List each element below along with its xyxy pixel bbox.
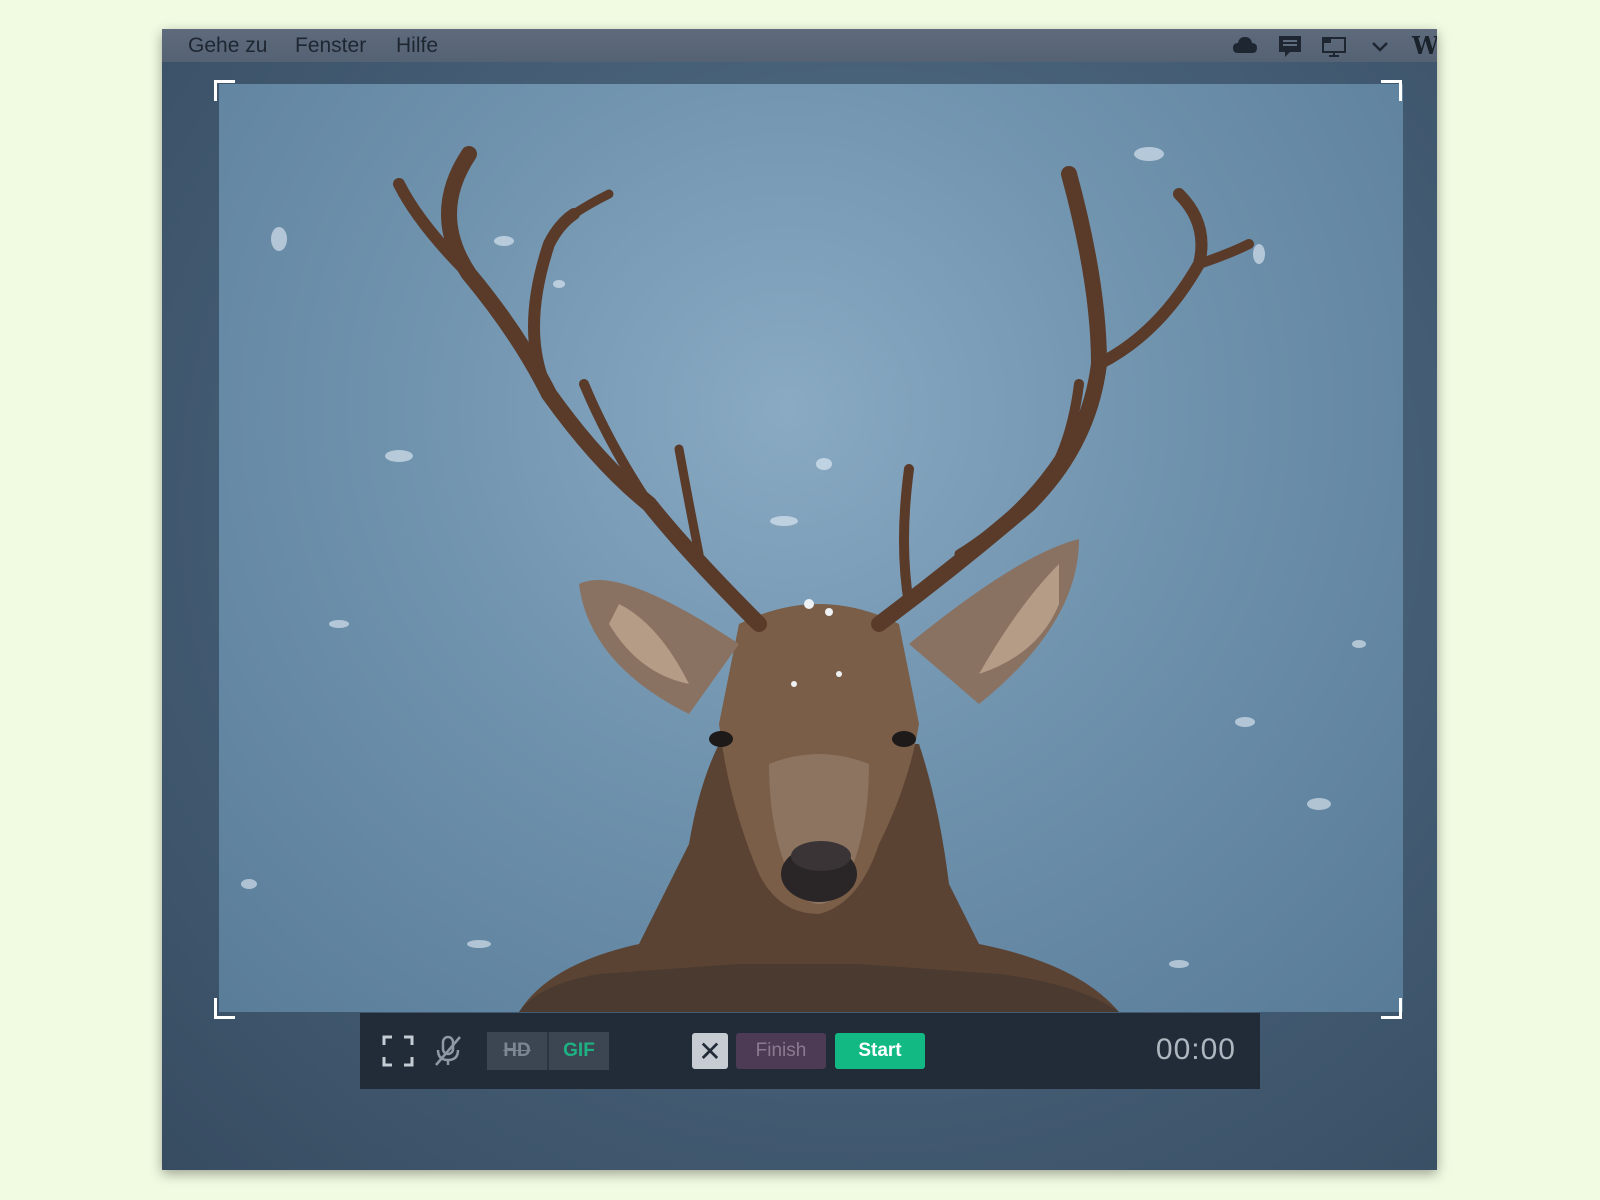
start-button[interactable]: Start: [835, 1033, 925, 1069]
recorder-window: Gehe zu Fenster Hilfe W HD GIF ✕ Finish …: [162, 29, 1437, 1170]
chevron-down-icon[interactable]: [1366, 33, 1394, 59]
recording-toolbar: HD GIF ✕ Finish Start 00:00: [360, 1013, 1260, 1089]
fullscreen-icon[interactable]: [378, 1031, 418, 1071]
display-icon[interactable]: [1320, 33, 1348, 59]
menu-gehe-zu[interactable]: Gehe zu: [188, 33, 267, 59]
hd-label: HD: [503, 1040, 531, 1061]
hd-toggle[interactable]: HD: [487, 1032, 549, 1070]
microphone-muted-icon[interactable]: [428, 1031, 468, 1071]
menu-fenster[interactable]: Fenster: [295, 33, 366, 59]
menu-bar: Gehe zu Fenster Hilfe W: [162, 29, 1437, 63]
deer-photo: [241, 146, 1366, 1012]
cancel-button[interactable]: ✕: [692, 1033, 728, 1069]
menu-hilfe[interactable]: Hilfe: [396, 33, 438, 59]
capture-area[interactable]: [219, 84, 1403, 1012]
frame-corner-top-left[interactable]: [214, 80, 235, 101]
cloud-icon[interactable]: [1231, 33, 1259, 59]
frame-corner-top-right[interactable]: [1381, 80, 1402, 101]
recording-timer: 00:00: [1155, 1033, 1236, 1066]
finish-button[interactable]: Finish: [736, 1033, 826, 1069]
frame-corner-bottom-left[interactable]: [214, 998, 235, 1019]
format-toggle: HD GIF: [487, 1032, 609, 1070]
gif-label: GIF: [563, 1040, 595, 1061]
frame-corner-bottom-right[interactable]: [1381, 998, 1402, 1019]
gif-toggle[interactable]: GIF: [549, 1032, 609, 1070]
tray-app-letter[interactable]: W: [1412, 31, 1437, 60]
message-icon[interactable]: [1276, 33, 1304, 59]
